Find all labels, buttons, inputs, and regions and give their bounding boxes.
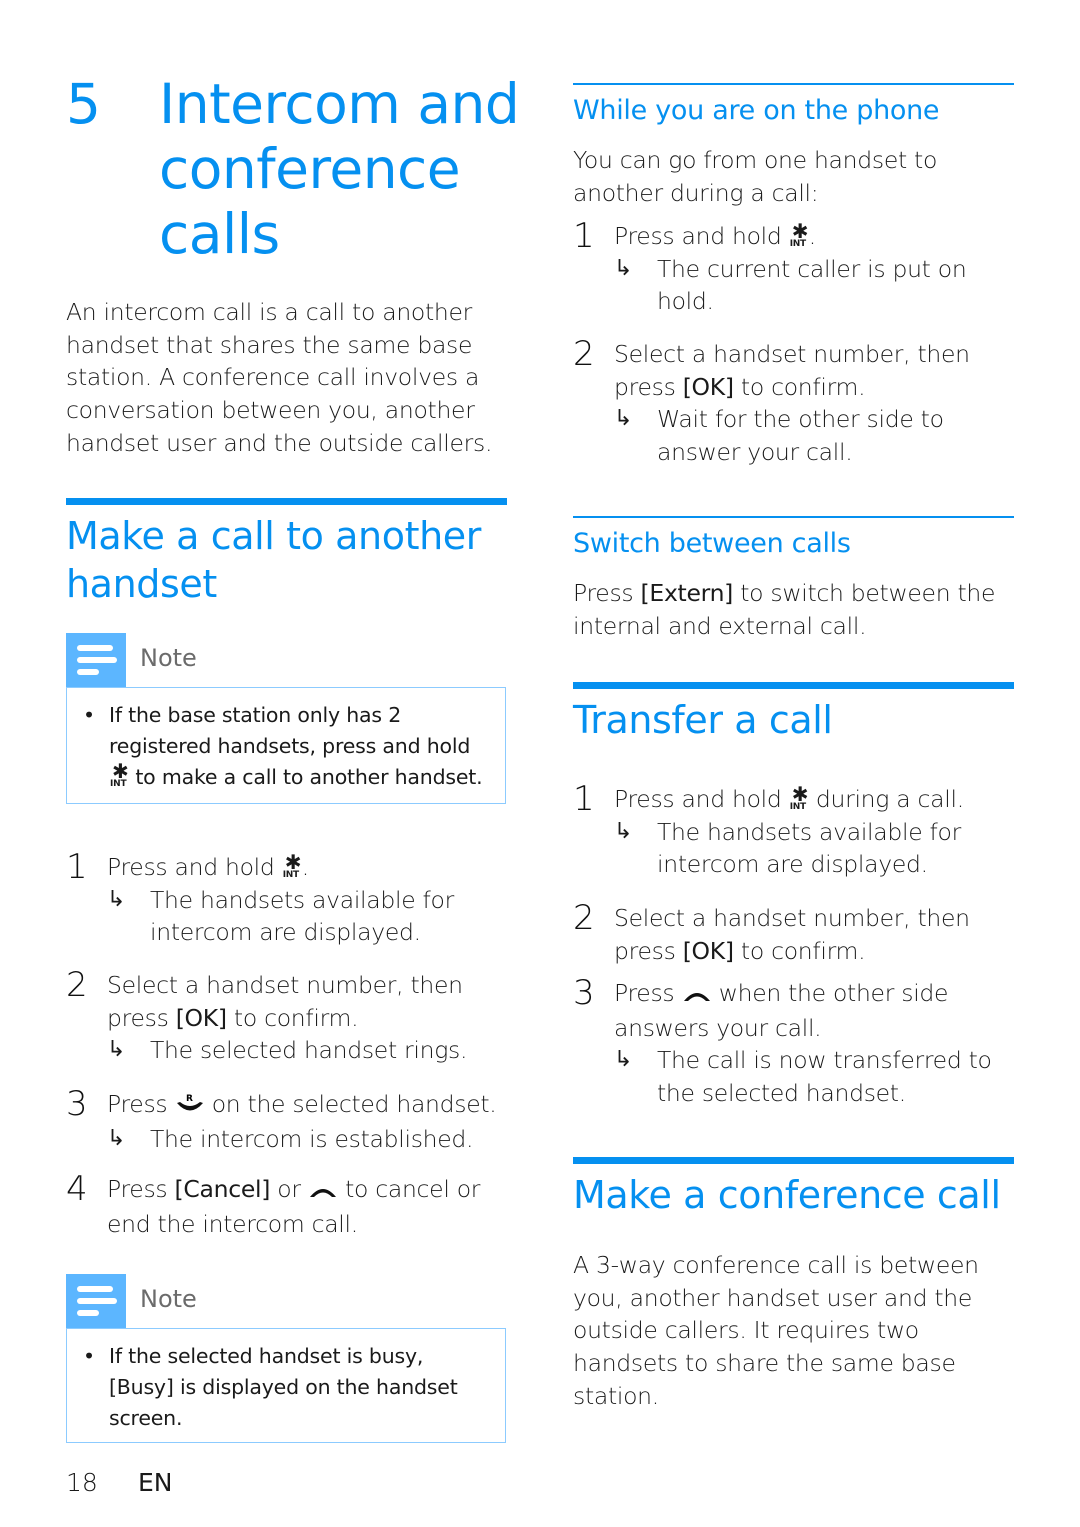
note-item: • If the base station only has 2 registe… [81, 700, 491, 793]
end-call-icon [682, 979, 712, 1012]
keyword: [Busy] [109, 1375, 174, 1399]
step-number: 2 [573, 898, 595, 938]
step-result: ↳ The selected handset rings. [107, 1034, 507, 1067]
note-icon [66, 1274, 126, 1328]
keyword: [Extern] [640, 579, 734, 607]
step-number: 3 [573, 973, 595, 1013]
switch-calls-text: Press [Extern] to switch between the int… [573, 579, 996, 640]
section-rule [573, 682, 1014, 689]
result-arrow-icon: ↳ [107, 1037, 126, 1063]
intro-paragraph: An intercom call is a call to another ha… [66, 298, 493, 457]
svg-text:R: R [186, 1094, 193, 1104]
step-number: 1 [573, 216, 595, 256]
int-key-icon: ✱ INT [282, 850, 302, 880]
bullet: • [83, 1344, 95, 1368]
talk-key-icon: R [175, 1090, 205, 1123]
section-rule [573, 1157, 1014, 1164]
result-arrow-icon: ↳ [614, 818, 633, 844]
subsection-heading-while-on-phone: While you are on the phone [573, 95, 940, 126]
keyword: [OK] [682, 936, 734, 965]
note-box: Note • If the selected handset is busy, … [66, 1274, 506, 1443]
end-call-icon [308, 1175, 338, 1208]
result-arrow-icon: ↳ [107, 1125, 126, 1151]
step-result: ↳ The handsets available for intercom ar… [614, 817, 961, 879]
note-box: Note • If the base station only has 2 re… [66, 633, 506, 804]
section-heading-make-call: Make a call to another handset [66, 514, 481, 606]
step-number: 3 [66, 1084, 88, 1124]
bullet: • [83, 703, 95, 727]
int-key-icon: ✱ INT [789, 782, 809, 812]
note-item: • If the selected handset is busy, [Busy… [81, 1341, 491, 1434]
keyword: [OK] [175, 1003, 227, 1032]
result-arrow-icon: ↳ [614, 406, 633, 432]
chapter-number: 5 [66, 72, 101, 136]
note-icon [66, 633, 126, 687]
section-rule [66, 498, 507, 505]
section-heading-transfer: Transfer a call [573, 698, 833, 742]
conference-text: A 3-way conference call is between you, … [573, 1251, 979, 1410]
result-arrow-icon: ↳ [614, 1047, 633, 1073]
step-result: ↳ The call is now transferred to the sel… [614, 1046, 992, 1108]
step-number: 1 [573, 779, 595, 819]
subsection-heading-switch-calls: Switch between calls [573, 528, 851, 559]
chapter-title: Intercom and conference calls [159, 72, 520, 266]
step-result: ↳ The intercom is established. [107, 1123, 507, 1156]
result-arrow-icon: ↳ [614, 255, 633, 281]
result-arrow-icon: ↳ [107, 886, 126, 912]
int-key-icon: ✱ INT [110, 759, 129, 789]
step-number: 2 [573, 334, 595, 374]
while-on-phone-intro: You can go from one handset to another d… [573, 146, 938, 207]
step-result: ↳ Wait for the other side to answer your… [614, 405, 944, 467]
note-label: Note [140, 644, 197, 672]
step-number: 2 [66, 965, 88, 1005]
section-heading-conference: Make a conference call [573, 1173, 1001, 1217]
language-code: EN [138, 1468, 173, 1497]
keyword: [Cancel] [174, 1175, 271, 1203]
keyword: [OK] [682, 372, 734, 401]
step-number: 1 [66, 847, 88, 887]
step-number: 4 [66, 1169, 88, 1209]
page-number: 18 [66, 1468, 98, 1497]
step-result: ↳ The handsets available for intercom ar… [107, 885, 454, 947]
subsection-rule [573, 516, 1014, 518]
subsection-rule [573, 83, 1014, 85]
int-key-icon: ✱ INT [789, 219, 809, 249]
step-result: ↳ The current caller is put on hold. [614, 254, 967, 316]
note-label: Note [140, 1285, 197, 1313]
